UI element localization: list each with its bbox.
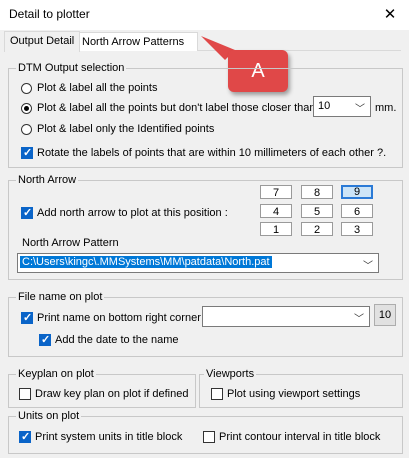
add-north-arrow-checkbox[interactable] xyxy=(21,206,33,219)
print-contour-interval-label: Print contour interval in title block xyxy=(219,431,381,443)
tab-output-detail[interactable]: Output Detail xyxy=(4,31,81,52)
add-date-label: Add the date to the name xyxy=(55,334,179,346)
radio-plot-identified-label: Plot & label only the Identified points xyxy=(37,123,215,135)
chevron-down-icon: ﹀ xyxy=(355,104,365,115)
position-8-button[interactable]: 8 xyxy=(301,185,333,199)
radio-plot-skip-close[interactable] xyxy=(21,103,32,114)
font-size-button[interactable]: 10 xyxy=(374,304,396,326)
chevron-down-icon: ﹀ xyxy=(354,314,364,325)
position-6-button[interactable]: 6 xyxy=(341,204,373,218)
radio-plot-all[interactable] xyxy=(21,83,32,94)
add-north-arrow-label: Add north arrow to plot at this position… xyxy=(37,207,228,219)
position-7-button[interactable]: 7 xyxy=(260,185,292,199)
north-arrow-pattern-value: C:\Users\kingc\.MMSystems\MM\patdata\Nor… xyxy=(20,256,272,268)
add-date-checkbox[interactable] xyxy=(39,333,51,346)
tab-north-arrow-patterns[interactable]: North Arrow Patterns xyxy=(76,32,198,51)
position-9-button[interactable]: 9 xyxy=(341,185,373,199)
chevron-down-icon: ﹀ xyxy=(363,261,373,272)
print-system-units-label: Print system units in title block xyxy=(35,431,183,443)
draw-keyplan-label: Draw key plan on plot if defined xyxy=(35,388,189,400)
draw-keyplan-checkbox[interactable] xyxy=(19,388,31,400)
print-system-units-checkbox[interactable] xyxy=(19,430,31,443)
north-arrow-legend: North Arrow xyxy=(16,174,79,186)
close-icon[interactable]: ✕ xyxy=(380,5,400,25)
north-arrow-pattern-select[interactable]: C:\Users\kingc\.MMSystems\MM\patdata\Nor… xyxy=(17,253,379,273)
viewports-legend: Viewports xyxy=(204,368,257,380)
north-arrow-pattern-label: North Arrow Pattern xyxy=(22,237,119,249)
print-name-checkbox[interactable] xyxy=(21,311,33,324)
radio-plot-skip-close-label: Plot & label all the points but don't la… xyxy=(37,102,316,114)
dtm-output-legend: DTM Output selection xyxy=(16,62,127,74)
position-1-button[interactable]: 1 xyxy=(260,222,292,236)
rotate-labels-label: Rotate the labels of points that are wit… xyxy=(37,147,387,159)
position-2-button[interactable]: 2 xyxy=(301,222,333,236)
file-name-legend: File name on plot xyxy=(16,291,105,303)
print-name-select[interactable]: ﹀ xyxy=(202,306,370,327)
rotate-labels-checkbox[interactable] xyxy=(21,146,33,159)
print-name-label: Print name on bottom right corner xyxy=(37,312,201,324)
viewport-settings-label: Plot using viewport settings xyxy=(227,388,361,400)
distance-value: 10 xyxy=(318,100,331,112)
position-3-button[interactable]: 3 xyxy=(341,222,373,236)
position-5-button[interactable]: 5 xyxy=(301,204,333,218)
distance-select[interactable]: 10 ﹀ xyxy=(313,96,371,117)
distance-unit: mm. xyxy=(375,102,397,114)
position-4-button[interactable]: 4 xyxy=(260,204,292,218)
window-title: Detail to plotter xyxy=(9,7,90,21)
radio-plot-all-label: Plot & label all the points xyxy=(37,82,158,94)
keyplan-legend: Keyplan on plot xyxy=(16,368,96,380)
radio-plot-identified[interactable] xyxy=(21,124,32,135)
viewport-settings-checkbox[interactable] xyxy=(211,388,223,400)
print-contour-interval-checkbox[interactable] xyxy=(203,431,215,443)
units-legend: Units on plot xyxy=(16,410,82,422)
